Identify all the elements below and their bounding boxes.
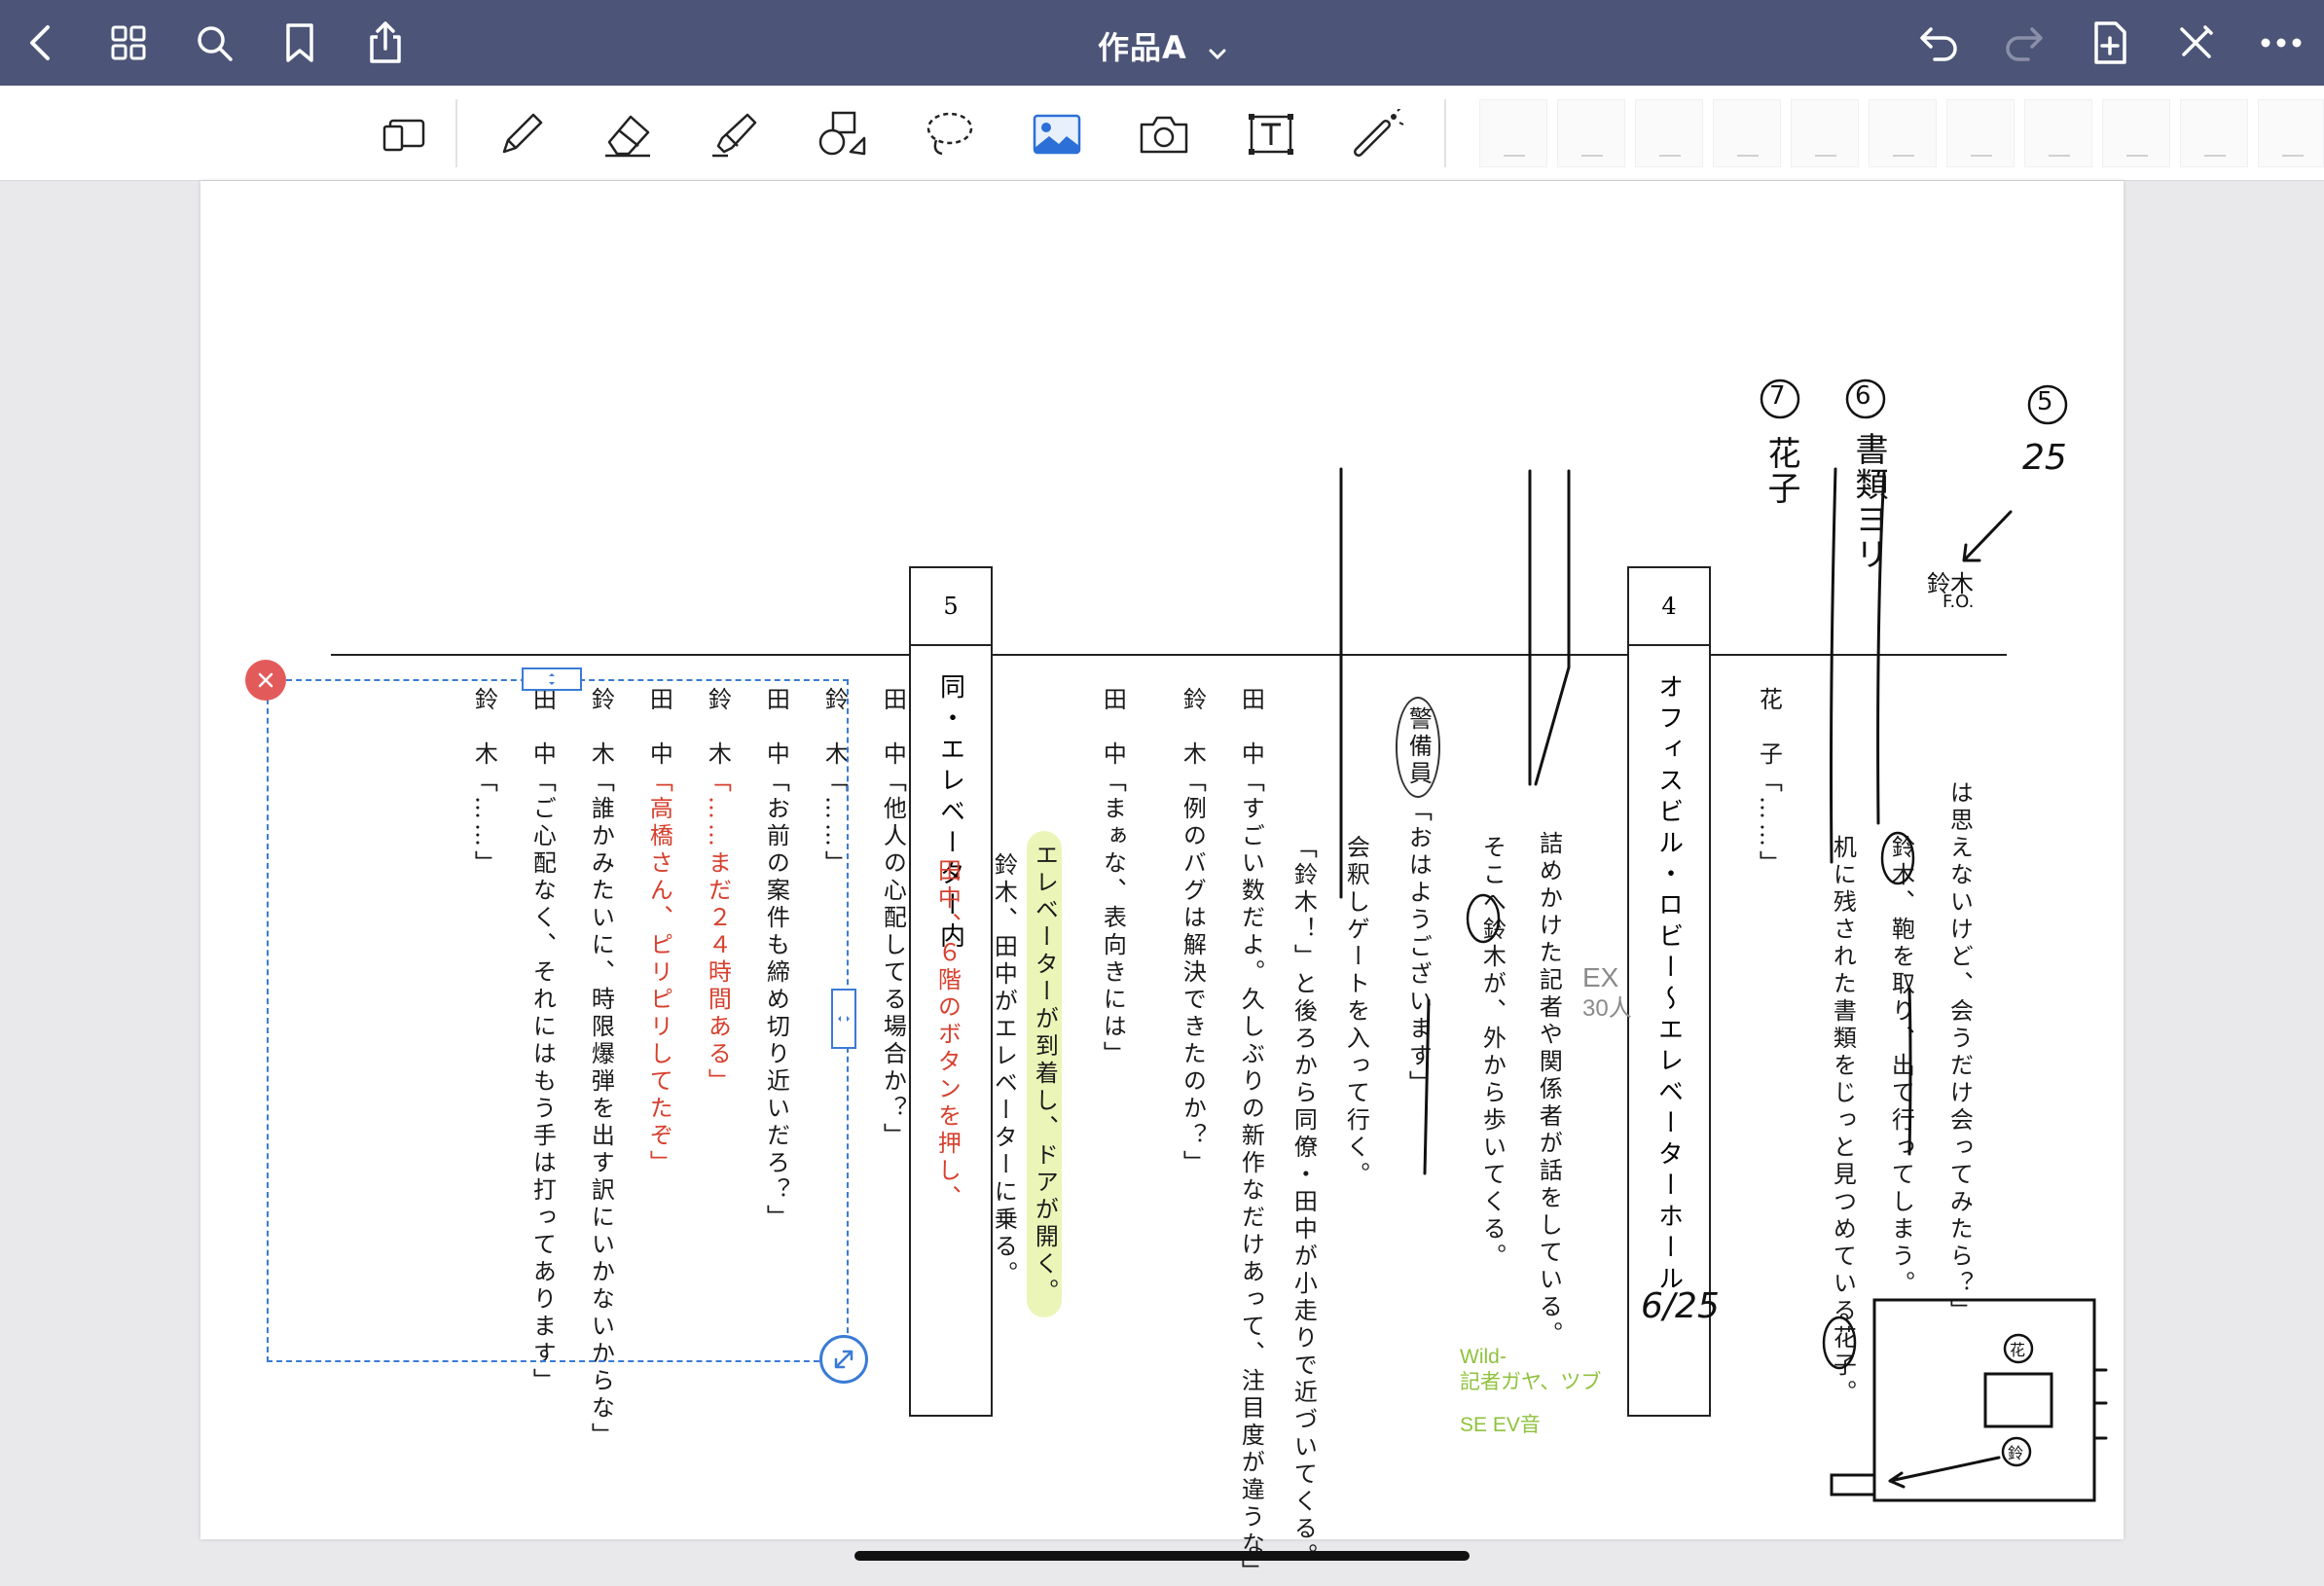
handwritten-note: 5 — [2037, 387, 2053, 416]
script-line: 田 中「他人の心配してる場合か？」 — [874, 687, 911, 1150]
close-icon[interactable] — [245, 660, 286, 701]
favorite-slot-4[interactable] — [1713, 99, 1781, 167]
handwritten-note: 書類ヨリ — [1849, 432, 1888, 572]
favorite-slot-7[interactable] — [1946, 99, 2015, 167]
line-text: 「……」 — [1755, 769, 1783, 878]
line-text: 「おはようございます」 — [1404, 798, 1433, 1098]
laser-pointer-icon[interactable] — [1347, 103, 1409, 165]
action-line-edited: 田中、６階のボタンを押し、 — [933, 858, 962, 1212]
sound-note-line: 記者ガヤ、ツブ — [1460, 1371, 1602, 1394]
map-label: 鈴 — [2008, 1444, 2024, 1462]
resize-rotate-icon[interactable] — [819, 1335, 868, 1384]
redo-icon[interactable] — [1999, 18, 2050, 68]
pencil-slash-icon[interactable] — [2170, 18, 2221, 68]
header-bar: 作品A — [0, 0, 2324, 86]
dialogue-line: は思えないけど、会うだけ会ってみたら？」 — [1945, 780, 1974, 1325]
handwritten-date: 6/25 — [1641, 1286, 1720, 1326]
document-title: 作品A — [0, 23, 2324, 68]
selection-box[interactable] — [267, 679, 849, 1362]
grid-icon[interactable] — [103, 18, 154, 68]
share-icon[interactable] — [360, 18, 411, 68]
favorite-slot-11[interactable] — [2258, 99, 2324, 167]
highlight-mark: エレベーターが到着し、ドアが開く。 — [1027, 831, 1063, 1317]
line-text: 「すごい数だよ。久しぶりの新作なだけあって、注目度が違うな」 — [1237, 769, 1265, 1586]
action-line: 机に残された書類をじっと見つめている花子。 — [1829, 835, 1857, 1407]
speaker: 田 中 — [879, 687, 907, 769]
lasso-icon[interactable] — [919, 103, 981, 165]
favorite-slot-2[interactable] — [1557, 99, 1625, 167]
handwritten-note: EX — [1582, 962, 1619, 992]
favorite-slot-8[interactable] — [2024, 99, 2092, 167]
line-text: 「例のバグは解決できたのか？」 — [1179, 769, 1207, 1177]
camera-icon[interactable] — [1133, 103, 1195, 165]
page-layout-icon[interactable] — [374, 103, 436, 165]
action-line: そこへ鈴木が、外から歩いてくる。 — [1478, 835, 1507, 1271]
image-icon[interactable] — [1026, 103, 1088, 165]
sound-note: Wild- 記者ガヤ、ツブ — [1460, 1345, 1601, 1396]
search-icon[interactable] — [189, 18, 239, 68]
script-line: 田 中「まぁな、表向きには」 — [1094, 687, 1131, 1068]
map-label: 花 — [2010, 1341, 2026, 1359]
speaker: 鈴 木 — [1179, 687, 1207, 769]
drawing-toolbar — [0, 86, 2324, 181]
favorite-slot-3[interactable] — [1635, 99, 1703, 167]
resize-handle-top[interactable] — [522, 667, 582, 691]
sound-note: SE EV音 — [1460, 1414, 1541, 1436]
action-line: 会釈しゲートを入って行く。 — [1342, 835, 1370, 1189]
action-line: 鈴木、鞄を取り、出て行ってしまう。 — [1887, 835, 1915, 1298]
script-line: 花 子「……」 — [1750, 687, 1787, 878]
text-box-icon[interactable] — [1240, 103, 1302, 165]
add-page-icon[interactable] — [2085, 18, 2135, 68]
favorite-slot-1[interactable] — [1479, 99, 1547, 167]
scene-number: 5 — [911, 568, 991, 646]
title-text[interactable]: 作品A — [1098, 29, 1187, 66]
script-line: 警備員「おはようございます」 — [1396, 697, 1441, 1098]
handwritten-note: 30人 — [1582, 995, 1632, 1022]
shapes-icon[interactable] — [812, 103, 874, 165]
handwritten-note: 25 — [2022, 438, 2067, 478]
favorite-slot-10[interactable] — [2180, 99, 2248, 167]
home-indicator[interactable] — [854, 1551, 1470, 1561]
speaker-circled: 警備員 — [1396, 697, 1441, 798]
action-line-highlighted: エレベーターが到着し、ドアが開く。 — [1026, 831, 1063, 1317]
handwritten-note: 7 — [1769, 381, 1786, 411]
action-line: 「鈴木！」と後ろから同僚・田中が小走りで近づいてくる。 — [1289, 835, 1318, 1570]
script-line: 鈴 木「例のバグは解決できたのか？」 — [1174, 687, 1211, 1177]
sound-note-line: Wild- — [1460, 1346, 1507, 1368]
script-line: 田 中「すごい数だよ。久しぶりの新作なだけあって、注目度が違うな」 — [1232, 687, 1269, 1586]
bookmark-icon[interactable] — [274, 18, 325, 68]
handwritten-note: 6 — [1855, 381, 1871, 411]
line-text: 「まぁな、表向きには」 — [1099, 769, 1127, 1068]
highlighter-icon[interactable] — [705, 103, 767, 165]
chevron-down-icon[interactable] — [1209, 31, 1226, 68]
action-line: 詰めかけた記者や関係者が話をしている。 — [1535, 831, 1563, 1349]
action-line: 鈴木、田中がエレベーターに乗る。 — [990, 852, 1018, 1288]
speaker: 花 子 — [1755, 687, 1783, 769]
handwritten-note: 花子 — [1761, 436, 1800, 506]
chevron-left-icon[interactable] — [16, 18, 66, 68]
favorite-slot-6[interactable] — [1869, 99, 1937, 167]
document-page[interactable]: 5 同・エレベーター内 4 オフィスビル・ロビー～エレベーターホール 鈴 木「…… — [200, 181, 2124, 1586]
scene-title: オフィスビル・ロビー～エレベーターホール — [1653, 673, 1684, 1296]
line-text: 「他人の心配してる場合か？」 — [879, 769, 907, 1150]
speaker: 田 中 — [1237, 687, 1265, 769]
favorite-slot-9[interactable] — [2102, 99, 2170, 167]
speaker: 田 中 — [1099, 687, 1127, 769]
more-icon[interactable] — [2256, 18, 2306, 68]
pen-icon[interactable] — [490, 103, 553, 165]
resize-handle-right[interactable] — [831, 989, 856, 1049]
handwritten-note: F.O. — [1943, 592, 1975, 612]
undo-icon[interactable] — [1913, 18, 1964, 68]
favorite-slot-5[interactable] — [1791, 99, 1859, 167]
page-divider-line — [331, 654, 2007, 656]
scene-number: 4 — [1629, 568, 1709, 646]
eraser-icon[interactable] — [598, 103, 660, 165]
